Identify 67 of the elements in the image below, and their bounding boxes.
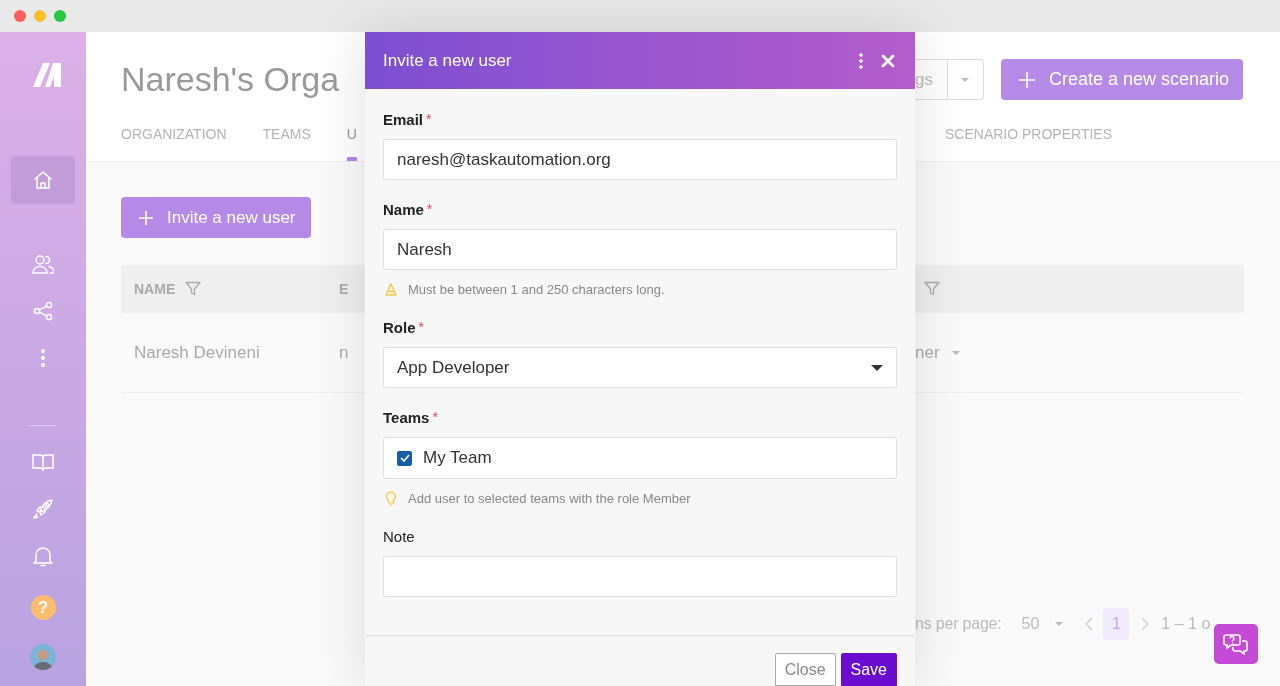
field-label: Role [383, 318, 416, 336]
per-page-label: ns per page: [915, 615, 1002, 633]
create-scenario-button[interactable]: Create a new scenario [1000, 59, 1244, 100]
tab[interactable]: U [346, 126, 357, 161]
required-mark: * [432, 409, 438, 425]
checkbox-option[interactable]: My Team [397, 448, 492, 468]
more-icon [41, 349, 45, 367]
caret-icon [951, 350, 960, 355]
bell-icon [32, 545, 54, 567]
tab[interactable]: ORGANIZATION [121, 126, 227, 161]
input-field[interactable]: Naresh [383, 229, 897, 270]
chat-button[interactable] [1214, 624, 1258, 664]
lightbulb-icon [385, 490, 397, 506]
caret-icon [1055, 622, 1064, 626]
more-button[interactable] [857, 50, 865, 71]
required-mark: * [426, 201, 433, 217]
filter-icon [924, 281, 940, 297]
column-header: NAME [134, 281, 176, 297]
book-icon [32, 451, 54, 473]
check-icon [399, 454, 410, 462]
rocket-icon [32, 498, 54, 520]
field-label: Name [383, 200, 424, 218]
per-page-select[interactable]: 50 [1021, 615, 1064, 633]
save-button[interactable]: Save [840, 653, 897, 686]
required-mark: * [418, 319, 424, 335]
page-title: Naresh's Orga [121, 60, 341, 99]
input-field[interactable]: naresh@taskautomation.org [383, 139, 897, 180]
tab[interactable]: SCENARIO PROPERTIES [945, 126, 1112, 161]
sidebar-item[interactable] [11, 156, 75, 204]
avatar [30, 644, 56, 670]
settings-button[interactable]: gs [915, 59, 984, 100]
share-icon [32, 300, 54, 322]
chevron-left-icon [1085, 617, 1094, 631]
modal-title: Invite a new user [383, 50, 512, 71]
filter-icon [185, 281, 202, 297]
invite-user-button[interactable]: Invite a new user [121, 197, 311, 238]
more-icon [859, 52, 863, 69]
caret-icon [871, 364, 883, 371]
warning-icon [385, 282, 397, 296]
tab[interactable]: TEAMS [262, 126, 311, 161]
close-light[interactable] [14, 10, 26, 22]
table-cell: Naresh Devineni [134, 342, 260, 362]
chevron-right-icon [1141, 617, 1150, 631]
table-cell: ner [915, 342, 940, 363]
caret-icon [961, 77, 970, 82]
select-field[interactable]: App Developer [383, 347, 897, 388]
field-label: Note [383, 527, 415, 545]
minimize-light[interactable] [34, 10, 46, 22]
plus-icon [138, 209, 154, 226]
required-mark: * [426, 111, 432, 127]
page-range: 1 – 1 o [1161, 615, 1211, 633]
zoom-light[interactable] [54, 10, 66, 22]
field-label: Email [383, 110, 424, 128]
close-icon [881, 53, 895, 68]
plus-icon [1017, 70, 1036, 89]
home-icon [32, 169, 54, 191]
note-field[interactable] [383, 556, 897, 597]
help-button[interactable]: ? [30, 595, 56, 620]
hint-text: Add user to selected teams with the role Member [408, 490, 691, 506]
column-header: E [339, 281, 349, 297]
chat-icon [1223, 633, 1249, 655]
close-button[interactable]: Close [774, 653, 836, 686]
page-button[interactable]: 1 [1103, 608, 1130, 640]
users-icon [32, 253, 54, 275]
field-label: Teams [383, 408, 430, 426]
table-cell: n [339, 342, 349, 362]
hint-text: Must be between 1 and 250 characters long. [408, 281, 665, 297]
